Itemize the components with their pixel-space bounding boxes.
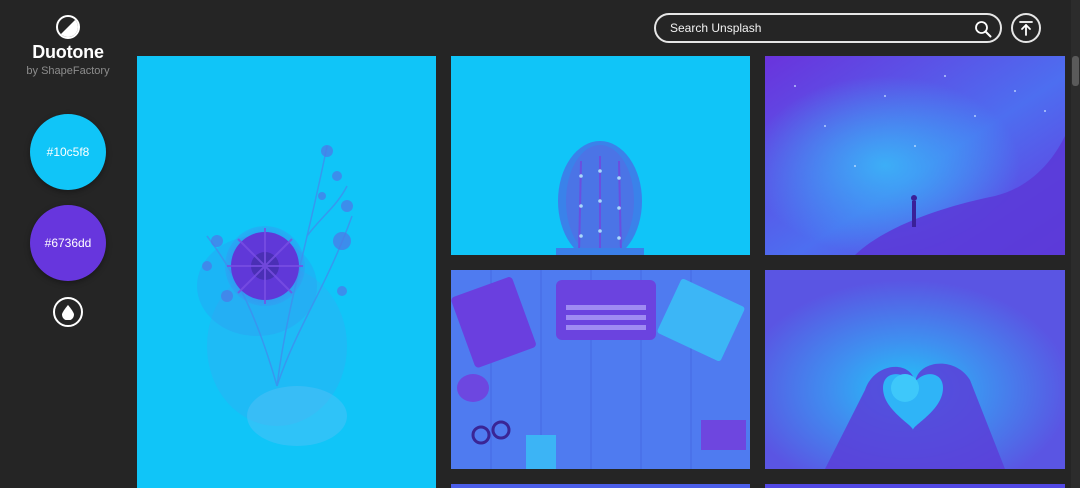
flower-bouquet-image <box>197 145 353 446</box>
photo-tile[interactable] <box>765 56 1065 255</box>
milky-way-night-sky-image <box>765 56 1065 255</box>
sidebar: Duotone by ShapeFactory #10c5f8 #6736dd <box>0 0 136 488</box>
photo-tile[interactable] <box>451 56 750 255</box>
cactus-image <box>556 141 644 255</box>
desk-with-typewriter-image <box>451 270 746 469</box>
photo-tile-partial[interactable] <box>451 484 750 488</box>
app-title: Duotone <box>32 42 104 62</box>
photo-tile[interactable] <box>451 270 750 469</box>
random-colors-button[interactable] <box>53 297 83 327</box>
scroll-to-top-button[interactable] <box>1011 13 1041 43</box>
photo-tile-partial[interactable] <box>765 484 1065 488</box>
app-subtitle: by ShapeFactory <box>26 65 110 77</box>
search-button[interactable] <box>974 20 992 38</box>
half-circle-icon[interactable] <box>56 15 80 39</box>
search-bar <box>654 13 1002 43</box>
photo-tile[interactable] <box>765 270 1065 469</box>
arrow-up-to-line-icon <box>1019 21 1033 36</box>
magnifier-icon <box>975 21 992 38</box>
scrollbar[interactable] <box>1071 0 1080 488</box>
primary-color-label: #10c5f8 <box>46 145 90 159</box>
water-drop-icon <box>62 304 74 320</box>
secondary-color-label: #6736dd <box>44 236 92 250</box>
hands-heart-shape-image <box>765 270 1065 469</box>
primary-color-swatch[interactable]: #10c5f8 <box>30 114 106 190</box>
search-input[interactable] <box>670 15 970 41</box>
photo-tile[interactable] <box>137 56 436 488</box>
secondary-color-swatch[interactable]: #6736dd <box>30 205 106 281</box>
scrollbar-thumb[interactable] <box>1072 56 1079 86</box>
